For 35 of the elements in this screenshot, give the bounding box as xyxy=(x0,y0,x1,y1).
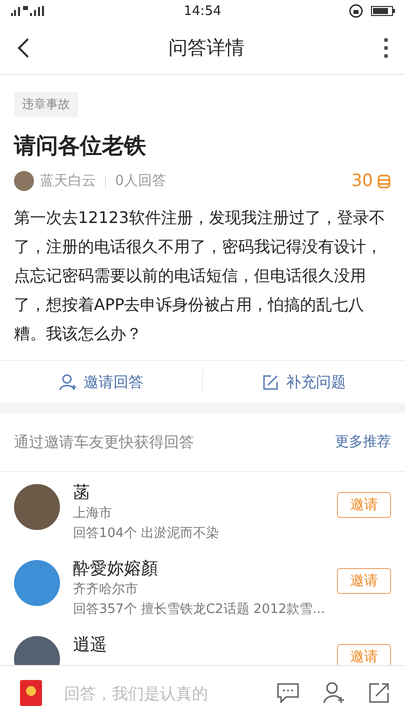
add-person-icon[interactable] xyxy=(323,682,345,704)
page-title: 问答详情 xyxy=(168,36,244,61)
invite-button[interactable]: 邀请 xyxy=(337,644,391,665)
category-tag[interactable]: 违章事故 xyxy=(14,92,78,117)
invite-button[interactable]: 邀请 xyxy=(337,568,391,594)
avatar-photo-placeholder[interactable] xyxy=(14,484,60,530)
answer-count: 0人回答 xyxy=(115,172,166,190)
edit-icon xyxy=(262,374,279,390)
question-title: 请问各位老铁 xyxy=(14,133,147,161)
user-city: 上海市 xyxy=(73,505,113,523)
user-name: 酔愛妳嫆顏 xyxy=(73,558,159,580)
user-name: 逍遥 xyxy=(73,634,108,656)
coin-stack-icon xyxy=(377,174,391,188)
envelope-icon[interactable] xyxy=(20,680,42,706)
invite-answer-button[interactable]: 邀请回答 xyxy=(0,361,202,403)
more-recommendations-link[interactable]: 更多推荐 xyxy=(335,433,391,451)
share-icon[interactable] xyxy=(369,683,389,703)
avatar-photo-placeholder xyxy=(14,171,34,191)
person-icon xyxy=(58,373,76,391)
user-city: 齐齐哈尔市 xyxy=(73,581,139,599)
add-details-button[interactable]: 补充问题 xyxy=(203,361,405,403)
author-name[interactable]: 蓝天白云 xyxy=(40,172,96,190)
battery-icon xyxy=(371,5,395,17)
question-body: 第一次去12123软件注册，发现我注册过了，登录不了，注册的电话很久不用了，密码我记得没有设计，点忘记密码需要以前的电话短信，但电话很久没用了，想按着APP去申诉身份被占用，怕搞的乱七八糟。我该怎么办？ xyxy=(14,207,386,345)
invite-section-heading: 通过邀请车友更快获得回答 xyxy=(14,432,194,452)
clock-time: 14:54 xyxy=(184,4,222,18)
user-name: 菡 xyxy=(73,482,91,504)
reward-amount: 30 xyxy=(351,171,373,191)
user-bio: 回答104个 出淤泥而不染 xyxy=(73,525,220,543)
avatar-photo-placeholder[interactable] xyxy=(14,560,60,606)
user-bio: 回答357个 擅长雪铁龙C2话题 2012款雪... xyxy=(73,601,326,619)
invite-button[interactable]: 邀请 xyxy=(337,492,391,518)
back-icon[interactable] xyxy=(16,37,30,59)
comment-icon[interactable] xyxy=(277,683,299,703)
more-icon[interactable] xyxy=(383,37,389,59)
